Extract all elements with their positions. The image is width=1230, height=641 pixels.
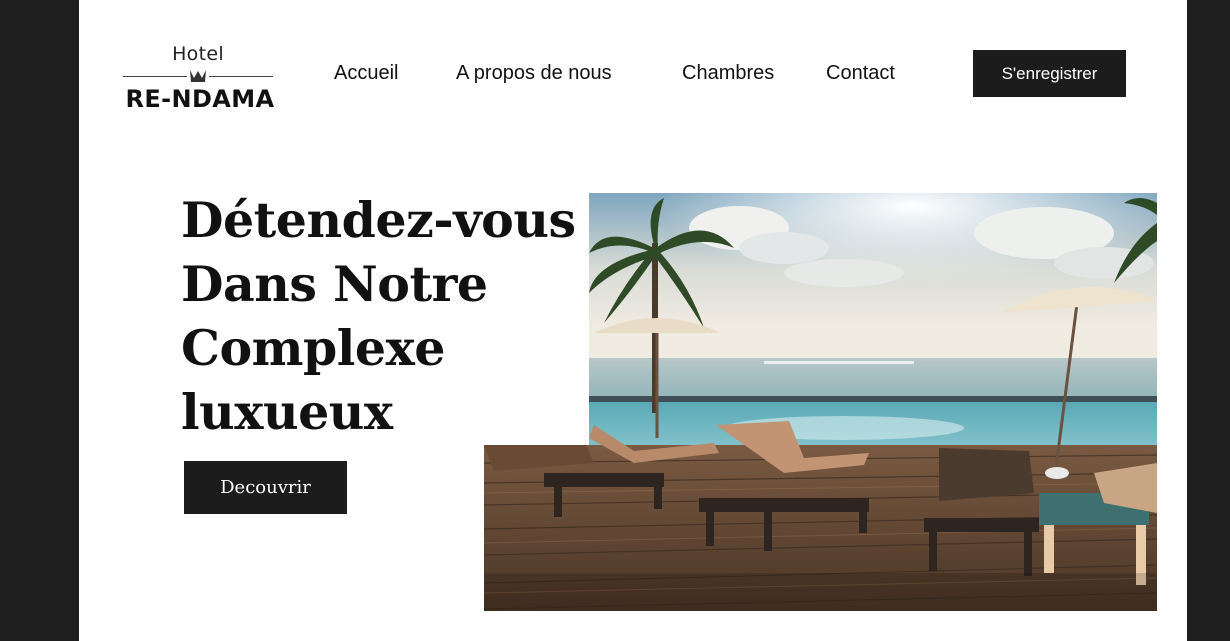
hero-title-line-1: Détendez-vous [181, 191, 576, 249]
nav-link-chambres[interactable]: Chambres [682, 62, 774, 85]
nav-link-contact[interactable]: Contact [826, 62, 895, 85]
logo-crest-icon [190, 70, 206, 82]
hero-pool-image [484, 193, 1157, 611]
nav-link-accueil[interactable]: Accueil [334, 62, 398, 85]
hotel-logo[interactable]: Hotel RE-NDAMA [115, 40, 285, 116]
page: Hotel RE-NDAMA Accueil A propos de nous … [79, 0, 1187, 641]
logo-divider-left [123, 76, 187, 77]
logo-divider-right [209, 76, 273, 77]
logo-top-text: Hotel [172, 43, 224, 65]
discover-button[interactable]: Decouvrir [184, 461, 347, 514]
nav-link-a-propos[interactable]: A propos de nous [456, 62, 612, 85]
hero-title-line-3: Complexe [181, 319, 445, 377]
hero-title-line-4: luxueux [181, 383, 393, 441]
hero-title: Détendez-vous Dans Notre Complexe luxueu… [181, 188, 581, 444]
hero-title-line-2: Dans Notre [181, 255, 488, 313]
register-button[interactable]: S'enregistrer [973, 50, 1126, 97]
logo-bottom-text: RE-NDAMA [125, 85, 275, 113]
